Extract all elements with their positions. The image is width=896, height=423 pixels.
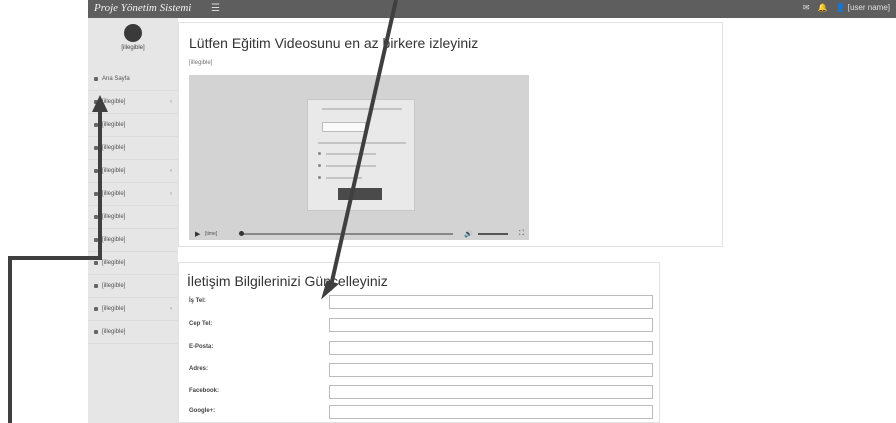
arrow-head-side: [92, 95, 108, 112]
arrow-shaft-main: [328, 0, 398, 291]
arrow-head-main: [321, 280, 340, 300]
arrow-shaft-side: [8, 108, 102, 423]
annotation-overlay: [8, 0, 398, 423]
